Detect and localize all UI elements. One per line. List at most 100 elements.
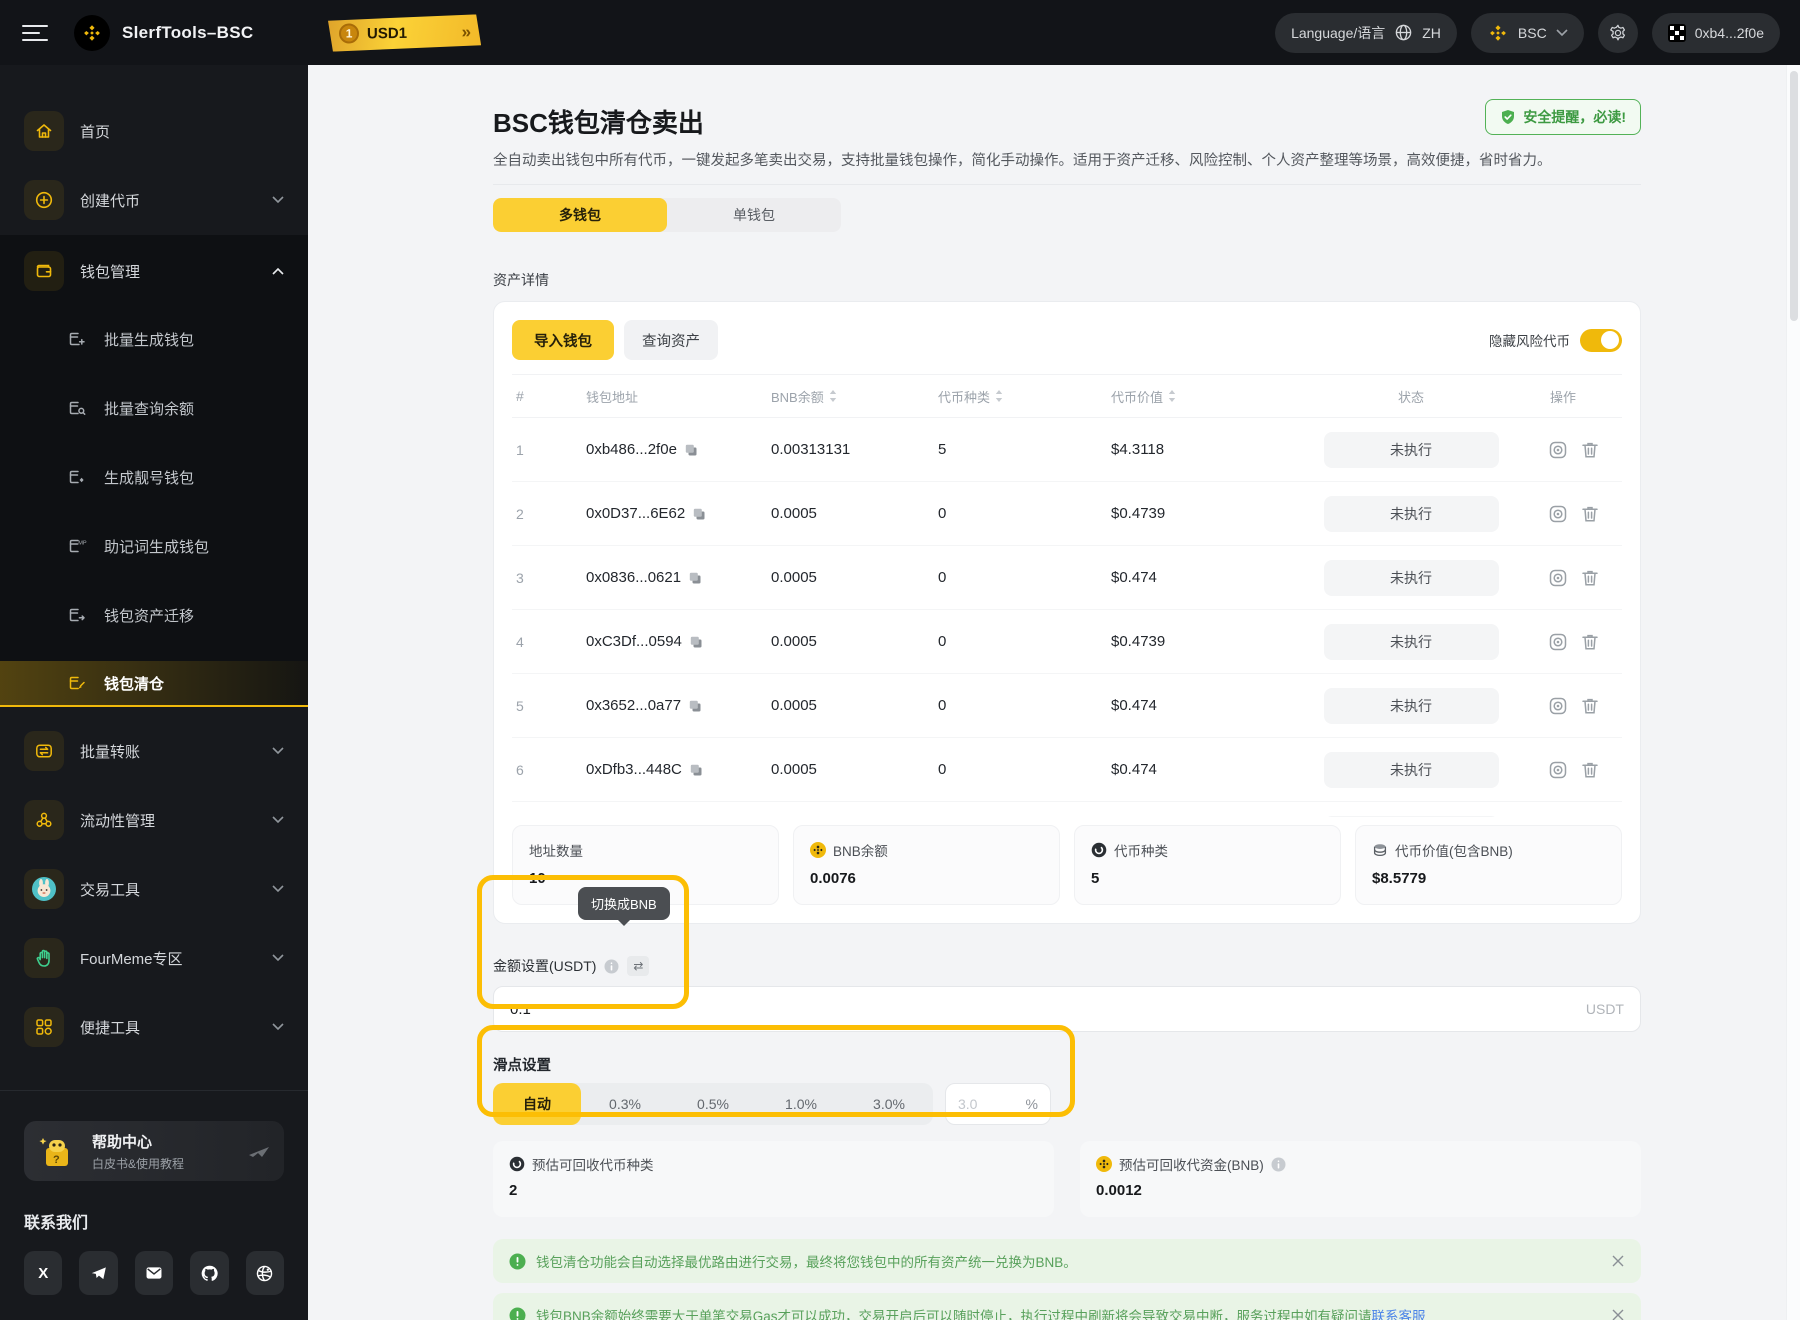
help-mascot-icon: ? bbox=[38, 1130, 80, 1172]
wallet-address-cell: 0xb486...2f0e bbox=[556, 441, 746, 458]
help-center-card[interactable]: ? 帮助中心 白皮书&使用教程 bbox=[24, 1121, 284, 1181]
view-record-icon[interactable] bbox=[1548, 568, 1568, 588]
page-title: BSC钱包清仓卖出 bbox=[493, 108, 704, 138]
delete-icon[interactable] bbox=[1580, 632, 1600, 652]
globe-icon bbox=[1394, 23, 1413, 42]
view-record-icon[interactable] bbox=[1548, 440, 1568, 460]
copy-icon[interactable] bbox=[688, 699, 702, 713]
sort-icon[interactable] bbox=[829, 390, 837, 402]
chevron-down-icon bbox=[272, 747, 284, 755]
topbar: SlerfTools–BSC 1 USD1 » Language/语言 ZH B… bbox=[0, 0, 1800, 65]
sidebar-collapse-icon[interactable] bbox=[22, 20, 48, 46]
copy-icon[interactable] bbox=[692, 507, 706, 521]
usd1-promo-banner[interactable]: 1 USD1 » bbox=[325, 14, 481, 51]
query-assets-button[interactable]: 查询资产 bbox=[624, 320, 718, 360]
tab-single-wallet[interactable]: 单钱包 bbox=[667, 198, 841, 232]
sidebar-item-asset-migrate[interactable]: 钱包资产迁移 bbox=[0, 592, 308, 638]
safety-notice-button[interactable]: 安全提醒，必读! bbox=[1485, 99, 1641, 135]
topbar-actions: Language/语言 ZH BSC 0xb4...2f0e bbox=[1275, 12, 1780, 53]
copy-icon[interactable] bbox=[689, 763, 703, 777]
x-twitter-icon[interactable]: X bbox=[24, 1251, 63, 1295]
app: SlerfTools–BSC 1 USD1 » Language/语言 ZH B… bbox=[0, 0, 1800, 1320]
chevron-down-icon bbox=[272, 1023, 284, 1031]
sidebar-item-batch-transfer[interactable]: 批量转账 bbox=[0, 727, 308, 775]
delete-icon[interactable] bbox=[1580, 568, 1600, 588]
wallet-address-cell: 0xC3Df...0594 bbox=[556, 633, 746, 650]
import-wallet-button[interactable]: 导入钱包 bbox=[512, 320, 614, 360]
sidebar-item-batch-query[interactable]: 批量查询余额 bbox=[0, 385, 308, 431]
telegram-icon[interactable] bbox=[79, 1251, 118, 1295]
table-row: 2 0x0D37...6E62 0.0005 0 $0.4739 未执行 bbox=[512, 482, 1622, 546]
scrollbar-thumb[interactable] bbox=[1790, 71, 1798, 321]
copy-icon[interactable] bbox=[689, 635, 703, 649]
sidebar-item-wallet-mgmt[interactable]: 钱包管理 bbox=[0, 247, 308, 295]
slippage-option-0-5[interactable]: 0.5% bbox=[669, 1083, 757, 1125]
estimate-token-types: 预估可回收代币种类 2 bbox=[493, 1141, 1054, 1217]
sidebar-item-vanity[interactable]: 生成靓号钱包 bbox=[0, 454, 308, 500]
settings-button[interactable] bbox=[1597, 12, 1638, 53]
sort-icon[interactable] bbox=[995, 390, 1003, 402]
info-circle-icon bbox=[509, 1253, 526, 1270]
delete-icon[interactable] bbox=[1580, 504, 1600, 524]
chevron-down-icon bbox=[1556, 28, 1568, 37]
close-icon[interactable] bbox=[1611, 1254, 1625, 1268]
sidebar-item-clearance[interactable]: 钱包清仓 bbox=[0, 661, 308, 707]
status-badge: 未执行 bbox=[1323, 559, 1499, 596]
wallet-broom-icon bbox=[66, 673, 88, 693]
slippage-option-0-3[interactable]: 0.3% bbox=[581, 1083, 669, 1125]
delete-icon[interactable] bbox=[1580, 760, 1600, 780]
wallet-transfer-icon bbox=[66, 605, 88, 625]
pancake-bunny-icon bbox=[24, 869, 64, 909]
slippage-option-1-0[interactable]: 1.0% bbox=[757, 1083, 845, 1125]
sidebar-item-quick-tools[interactable]: 便捷工具 bbox=[0, 1003, 308, 1051]
summary-token-value: 代币价值(包含BNB) $8.5779 bbox=[1355, 825, 1622, 905]
help-texts: 帮助中心 白皮书&使用教程 bbox=[92, 1133, 185, 1171]
slippage-option-auto[interactable]: 自动 bbox=[493, 1083, 581, 1125]
language-value: ZH bbox=[1422, 24, 1441, 41]
sidebar-item-fourmeme[interactable]: FourMeme专区 bbox=[0, 934, 308, 982]
view-record-icon[interactable] bbox=[1548, 504, 1568, 524]
sidebar-item-create-token[interactable]: 创建代币 bbox=[0, 176, 308, 224]
sidebar-item-home[interactable]: 首页 bbox=[0, 107, 308, 155]
content-column: BSC钱包清仓卖出 安全提醒，必读! 全自动卖出钱包中所有代币，一键发起多笔卖出… bbox=[493, 65, 1641, 1320]
notice-banner: 钱包BNB余额始终需要大于单笔交易Gas才可以成功，交易开启后可以随时停止，执行… bbox=[493, 1293, 1641, 1320]
copy-icon[interactable] bbox=[684, 443, 698, 457]
col-index: # bbox=[516, 388, 524, 404]
hide-risk-toggle[interactable] bbox=[1580, 328, 1622, 352]
sort-icon[interactable] bbox=[1168, 390, 1176, 402]
social-links: X bbox=[24, 1251, 285, 1295]
delete-icon[interactable] bbox=[1580, 440, 1600, 460]
wallet-address-cell: 0xDfb3...448C bbox=[556, 761, 746, 778]
copy-icon[interactable] bbox=[688, 571, 702, 585]
email-icon[interactable] bbox=[134, 1251, 174, 1295]
sidebar-item-trade-tools[interactable]: 交易工具 bbox=[0, 865, 308, 913]
sidebar-item-batch-generate[interactable]: 批量生成钱包 bbox=[0, 316, 308, 362]
view-record-icon[interactable] bbox=[1548, 632, 1568, 652]
sidebar-group-wallet-mgmt: 钱包管理 批量生成钱包 批量查询余额 生成靓号钱包 MP 助记词生成钱包 钱包资… bbox=[0, 235, 308, 707]
promo-label: USD1 bbox=[367, 23, 408, 42]
currency-swap-icon[interactable]: ⇄ bbox=[627, 956, 650, 976]
view-record-icon[interactable] bbox=[1548, 760, 1568, 780]
slippage-option-3-0[interactable]: 3.0% bbox=[845, 1083, 933, 1125]
language-selector[interactable]: Language/语言 ZH bbox=[1275, 12, 1457, 53]
slippage-custom-input[interactable] bbox=[958, 1096, 1008, 1112]
tab-multi-wallet[interactable]: 多钱包 bbox=[493, 198, 667, 232]
github-icon[interactable] bbox=[190, 1251, 229, 1295]
table-row-partial bbox=[512, 802, 1622, 817]
wallet-mode-tabs: 多钱包 单钱包 bbox=[493, 198, 841, 232]
assets-card: 导入钱包 查询资产 隐藏风险代币 # 钱包地址 BNB余额 代币种类 代币价值 bbox=[493, 301, 1641, 924]
sidebar-item-mnemonic[interactable]: MP 助记词生成钱包 bbox=[0, 523, 308, 569]
assets-toolbar: 导入钱包 查询资产 隐藏风险代币 bbox=[512, 320, 1622, 360]
view-record-icon[interactable] bbox=[1548, 696, 1568, 716]
sidebar-item-liquidity[interactable]: 流动性管理 bbox=[0, 796, 308, 844]
contact-support-link[interactable]: 联系客服 bbox=[1372, 1309, 1426, 1320]
delete-icon[interactable] bbox=[1580, 696, 1600, 716]
browser-icon[interactable] bbox=[245, 1251, 285, 1295]
summary-cards: 地址数量 10 BNB余额 0.0076 代币种类 5 代币价值(包含BNB) … bbox=[512, 825, 1622, 905]
info-icon bbox=[1271, 1157, 1286, 1172]
table-row: 4 0xC3Df...0594 0.0005 0 $0.4739 未执行 bbox=[512, 610, 1622, 674]
wallet-address-button[interactable]: 0xb4...2f0e bbox=[1651, 12, 1780, 53]
amount-input[interactable] bbox=[510, 1000, 1586, 1018]
network-selector[interactable]: BSC bbox=[1470, 12, 1584, 53]
close-icon[interactable] bbox=[1611, 1308, 1625, 1320]
